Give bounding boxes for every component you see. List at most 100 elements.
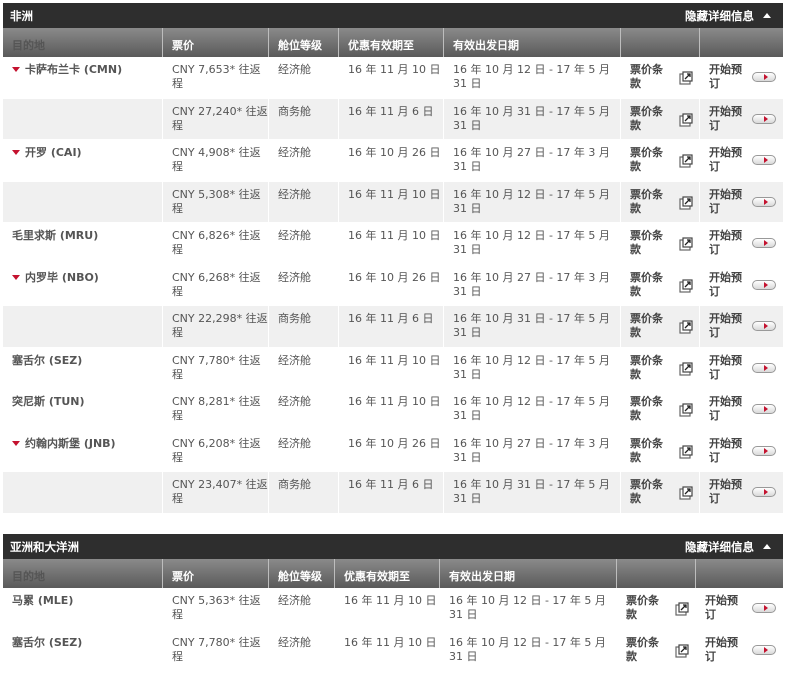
fare-terms-link[interactable]: 票价条款 (621, 264, 700, 305)
fare-terms-link[interactable]: 票价条款 (617, 629, 696, 670)
section-asia-oceania: 亚洲和大洋洲 隐藏详细信息 目的地 票价 舱位等级 优惠有效期至 有效出发日期 … (3, 534, 783, 671)
valid-until-cell: 16 年 11 月 10 日 (339, 181, 444, 222)
arrow-right-icon[interactable] (752, 72, 776, 82)
destination-cell[interactable]: 内罗毕 (NBO) (3, 264, 163, 305)
arrow-right-icon[interactable] (752, 238, 776, 248)
destination-cell[interactable]: 塞舌尔 (SEZ) (3, 629, 163, 670)
collapse-arrow-icon (763, 13, 771, 18)
arrow-right-icon[interactable] (752, 155, 776, 165)
expand-triangle-icon[interactable] (12, 274, 20, 280)
arrow-right-icon[interactable] (752, 196, 776, 207)
fare-terms-label: 票价条款 (630, 104, 663, 132)
price-cell: CNY 7,780* 往返程 (163, 629, 269, 670)
fare-terms-link[interactable]: 票价条款 (621, 389, 700, 430)
destination-cell[interactable]: 开罗 (CAI) (3, 140, 163, 181)
external-link-icon (679, 112, 693, 127)
arrow-right-icon[interactable] (752, 644, 776, 655)
fare-terms-link[interactable]: 票价条款 (621, 98, 700, 139)
destination-cell[interactable]: 马累 (MLE) (3, 588, 163, 629)
book-now-link[interactable]: 开始预订 (696, 588, 783, 629)
book-now-link[interactable]: 开始预订 (700, 389, 783, 430)
table-row: 约翰内斯堡 (JNB) CNY 6,208* 往返程 经济舱 16 年 10 月… (3, 430, 783, 472)
col-cabin: 舱位等级 (269, 28, 339, 57)
book-now-link[interactable]: 开始预订 (700, 431, 783, 472)
book-now-link[interactable]: 开始预订 (700, 348, 783, 389)
price-cell: CNY 23,407* 往返程 (163, 472, 269, 513)
section-africa: 非洲 隐藏详细信息 目的地 票价 舱位等级 优惠有效期至 有效出发日期 卡萨布兰… (3, 3, 783, 514)
destination-cell[interactable]: 约翰内斯堡 (JNB) (3, 430, 163, 471)
book-now-link[interactable]: 开始预订 (700, 182, 783, 223)
destination-cell[interactable] (3, 472, 163, 513)
arrow-right-icon[interactable] (752, 404, 776, 414)
external-link-icon (675, 602, 689, 616)
col-valid-until: 优惠有效期至 (335, 559, 440, 588)
arrow-right-icon[interactable] (752, 113, 776, 124)
col-destination: 目的地 (3, 28, 163, 57)
destination-cell[interactable] (3, 98, 163, 139)
fare-terms-label: 票价条款 (630, 478, 663, 505)
price-cell: CNY 6,208* 往返程 (163, 430, 269, 471)
arrow-right-icon[interactable] (752, 362, 776, 373)
fare-terms-link[interactable]: 票价条款 (621, 140, 700, 181)
fare-terms-link[interactable]: 票价条款 (621, 181, 700, 222)
expand-triangle-icon[interactable] (12, 150, 20, 155)
book-now-link[interactable]: 开始预订 (700, 306, 783, 347)
book-now-link[interactable]: 开始预订 (700, 99, 783, 140)
table-row: 卡萨布兰卡 (CMN) CNY 7,653* 往返程 经济舱 16 年 11 月… (3, 57, 783, 99)
collapse-arrow-icon (763, 544, 771, 549)
arrow-right-icon[interactable] (752, 487, 776, 497)
hide-details-label: 隐藏详细信息 (685, 8, 754, 23)
destination-cell[interactable]: 突尼斯 (TUN) (3, 389, 163, 430)
arrow-right-icon[interactable] (752, 445, 776, 456)
destination-cell[interactable]: 塞舌尔 (SEZ) (3, 347, 163, 388)
col-book (700, 28, 783, 57)
price-cell: CNY 6,826* 往返程 (163, 223, 269, 264)
fare-terms-link[interactable]: 票价条款 (621, 223, 700, 264)
book-now-link[interactable]: 开始预订 (700, 472, 783, 513)
destination-cell[interactable]: 卡萨布兰卡 (CMN) (3, 57, 163, 98)
hide-details-label: 隐藏详细信息 (685, 539, 754, 554)
fare-terms-link[interactable]: 票价条款 (621, 430, 700, 471)
book-now-link[interactable]: 开始预订 (700, 223, 783, 264)
fare-terms-link[interactable]: 票价条款 (621, 347, 700, 388)
book-now-link[interactable]: 开始预订 (700, 57, 783, 98)
arrow-right-icon[interactable] (752, 279, 776, 290)
book-now-link[interactable]: 开始预订 (700, 265, 783, 306)
fare-terms-label: 票价条款 (630, 270, 663, 298)
arrow-right-icon[interactable] (752, 321, 776, 331)
fare-terms-link[interactable]: 票价条款 (621, 306, 700, 347)
hide-details-toggle[interactable]: 隐藏详细信息 (685, 539, 773, 555)
price-cell: CNY 6,268* 往返程 (163, 264, 269, 305)
destination-name: 塞舌尔 (SEZ) (12, 635, 83, 649)
table-row: 毛里求斯 (MRU) CNY 6,826* 往返程 经济舱 16 年 11 月 … (3, 223, 783, 265)
destination-cell[interactable] (3, 181, 163, 222)
external-link-icon (679, 237, 693, 251)
destination-name: 开罗 (CAI) (25, 146, 82, 159)
fare-terms-label: 票价条款 (626, 594, 659, 621)
destination-cell[interactable]: 毛里求斯 (MRU) (3, 223, 163, 264)
fare-terms-label: 票价条款 (630, 395, 663, 422)
fare-terms-link[interactable]: 票价条款 (621, 472, 700, 513)
arrow-right-icon[interactable] (752, 603, 776, 613)
table-row: CNY 5,308* 往返程 经济舱 16 年 11 月 10 日 16 年 1… (3, 181, 783, 223)
hide-details-toggle[interactable]: 隐藏详细信息 (685, 8, 773, 24)
section-title: 非洲 (10, 8, 33, 23)
departure-cell: 16 年 10 月 31 日 - 17 年 5 月 31 日 (444, 472, 621, 513)
cabin-cell: 经济舱 (269, 430, 339, 471)
fare-terms-link[interactable]: 票价条款 (617, 588, 696, 629)
table-row: 塞舌尔 (SEZ) CNY 7,780* 往返程 经济舱 16 年 11 月 1… (3, 629, 783, 671)
expand-triangle-icon[interactable] (12, 67, 20, 72)
book-now-label: 开始预订 (709, 478, 742, 505)
book-now-link[interactable]: 开始预订 (696, 630, 783, 671)
expand-triangle-icon[interactable] (12, 440, 20, 446)
fare-terms-label: 票价条款 (630, 63, 663, 90)
valid-until-cell: 16 年 11 月 6 日 (339, 98, 444, 139)
table-row: 突尼斯 (TUN) CNY 8,281* 往返程 经济舱 16 年 11 月 1… (3, 389, 783, 431)
cabin-cell: 经济舱 (269, 223, 339, 264)
book-now-label: 开始预订 (709, 104, 742, 132)
col-book (696, 559, 783, 588)
destination-cell[interactable] (3, 306, 163, 347)
book-now-link[interactable]: 开始预订 (700, 140, 783, 181)
fare-terms-link[interactable]: 票价条款 (621, 57, 700, 98)
book-now-label: 开始预订 (709, 312, 742, 339)
